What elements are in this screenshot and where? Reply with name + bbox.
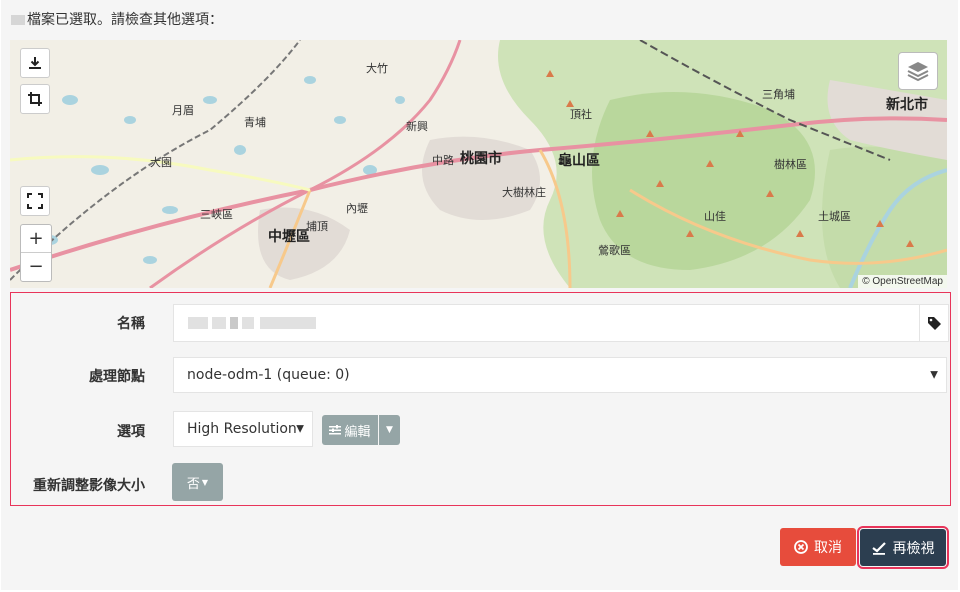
map-label: 三角埔 <box>762 88 795 101</box>
tag-icon[interactable] <box>919 304 949 342</box>
options-preset-select[interactable]: High Resolution ▼ <box>173 411 313 447</box>
review-button[interactable]: 再檢視 <box>857 526 949 569</box>
resize-row: 重新調整影像大小 否 ▼ <box>11 455 950 505</box>
map-label: 樹林區 <box>774 158 807 171</box>
fullscreen-icon[interactable] <box>20 186 50 216</box>
name-row: 名稱 <box>11 293 950 351</box>
resize-label: 重新調整影像大小 <box>33 478 145 494</box>
map-label: 中路 <box>432 154 454 167</box>
map-label: 土城區 <box>818 210 851 223</box>
map-label: 桃園市 <box>460 151 502 167</box>
map-label: 大樹林庄 <box>502 186 546 199</box>
processing-node-select[interactable]: node-odm-1 (queue: 0) ▼ <box>173 357 947 393</box>
map-label: 大竹 <box>366 62 388 75</box>
map-label: 三峽區 <box>200 208 233 221</box>
status-message: 檔案已選取。請檢查其他選項： <box>11 10 223 30</box>
chevron-down-icon: ▼ <box>296 423 304 435</box>
map-label: 龜山區 <box>558 153 600 169</box>
node-row: 處理節點 node-odm-1 (queue: 0) ▼ <box>11 351 950 403</box>
map-label: 新興 <box>406 120 428 133</box>
name-input[interactable] <box>173 304 920 342</box>
map-view[interactable]: 大竹 桃園市 龜山區 新北市 中壢區 大園 青埔 月眉 內壢 樹林區 土城區 鶯… <box>10 40 947 288</box>
zoom-out-button[interactable]: − <box>21 252 51 280</box>
check-icon <box>871 541 886 555</box>
redacted-count <box>11 15 25 25</box>
times-circle-icon <box>794 540 808 554</box>
map-attribution[interactable]: © OpenStreetMap <box>858 275 947 288</box>
resize-toggle[interactable]: 否 ▼ <box>172 463 223 501</box>
map-label: 中壢區 <box>268 229 310 245</box>
caret-down-icon: ▼ <box>201 477 209 487</box>
map-label: 埔頂 <box>306 220 328 233</box>
zoom-in-button[interactable]: + <box>21 225 51 252</box>
map-label: 內壢 <box>346 202 368 215</box>
zoom-control: + − <box>20 224 52 282</box>
download-icon[interactable] <box>20 48 50 78</box>
chevron-down-icon: ▼ <box>930 369 938 381</box>
map-label: 頂社 <box>570 108 592 121</box>
cancel-button[interactable]: 取消 <box>780 528 856 566</box>
options-label: 選項 <box>117 424 145 440</box>
crop-icon[interactable] <box>20 84 50 114</box>
node-label: 處理節點 <box>89 369 145 385</box>
edit-options-button[interactable]: 編輯 <box>322 415 378 445</box>
map-label: 鶯歌區 <box>598 244 631 257</box>
options-row: 選項 High Resolution ▼ 編輯 ▼ <box>11 403 950 455</box>
map-label: 新北市 <box>886 97 928 113</box>
sliders-icon <box>329 425 342 435</box>
map-label: 山佳 <box>704 210 726 223</box>
name-label: 名稱 <box>117 316 145 332</box>
map-label: 大園 <box>150 156 172 169</box>
edit-options-dropdown[interactable]: ▼ <box>379 415 400 445</box>
caret-down-icon: ▼ <box>386 425 393 435</box>
task-options-form: 名稱 處理節點 node-odm-1 (queue: 0) ▼ 選項 High … <box>10 292 951 506</box>
layers-icon[interactable] <box>898 52 938 90</box>
map-label: 青埔 <box>244 116 266 129</box>
map-label: 月眉 <box>172 104 194 117</box>
